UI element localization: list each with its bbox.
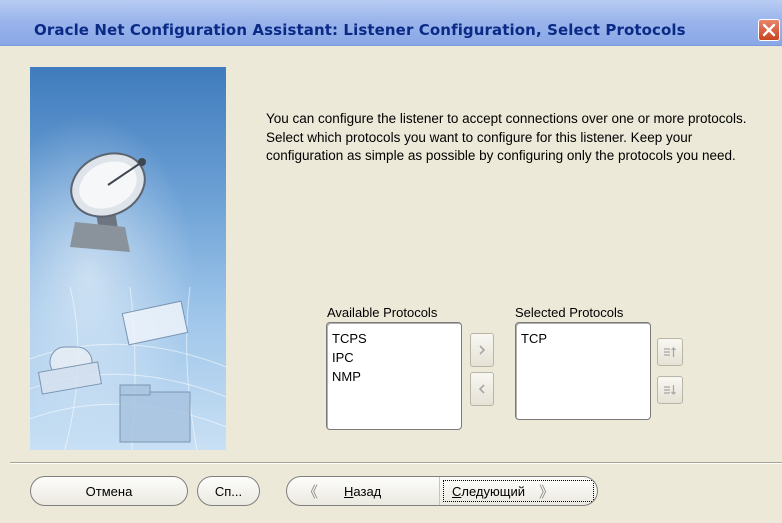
navigation-button-group: 《 Назад Следующий 》	[286, 476, 598, 506]
network-devices-icon	[37, 300, 191, 443]
window-title: Oracle Net Configuration Assistant: List…	[34, 21, 686, 39]
list-item[interactable]: TCPS	[332, 329, 456, 348]
list-item[interactable]: TCP	[521, 329, 645, 348]
close-button[interactable]	[758, 19, 780, 41]
help-button[interactable]: Сп...	[197, 476, 260, 506]
network-illustration-image	[30, 152, 226, 450]
available-protocols-label: Available Protocols	[327, 305, 438, 320]
selected-protocols-label: Selected Protocols	[515, 305, 624, 320]
cancel-button-label: Отмена	[85, 483, 133, 499]
back-button[interactable]: 《 Назад	[287, 477, 439, 505]
focus-rectangle	[443, 480, 594, 502]
available-protocols-list[interactable]: TCPS IPC NMP	[326, 322, 462, 430]
move-up-button[interactable]	[657, 338, 683, 366]
wizard-illustration	[30, 67, 226, 450]
move-down-button[interactable]	[657, 376, 683, 404]
back-button-label: Назад	[344, 483, 382, 499]
list-item[interactable]: NMP	[332, 367, 456, 386]
arrow-left-icon	[478, 384, 485, 394]
selected-protocols-list[interactable]: TCP	[515, 322, 651, 420]
list-item[interactable]: IPC	[332, 348, 456, 367]
footer-divider	[10, 462, 782, 464]
cancel-button[interactable]: Отмена	[30, 476, 188, 506]
help-button-label: Сп...	[214, 483, 243, 499]
next-button[interactable]: Следующий 》	[439, 477, 597, 505]
satellite-dish-icon	[70, 152, 146, 252]
move-left-button[interactable]	[470, 372, 494, 406]
move-down-icon	[664, 385, 676, 395]
title-bar: Oracle Net Configuration Assistant: List…	[0, 0, 782, 46]
arrow-right-icon	[479, 345, 486, 355]
chevron-left-icon: 《	[303, 483, 319, 501]
description-text: You can configure the listener to accept…	[266, 111, 747, 163]
move-up-icon	[664, 347, 676, 357]
close-icon	[762, 23, 776, 37]
move-right-button[interactable]	[470, 333, 494, 367]
